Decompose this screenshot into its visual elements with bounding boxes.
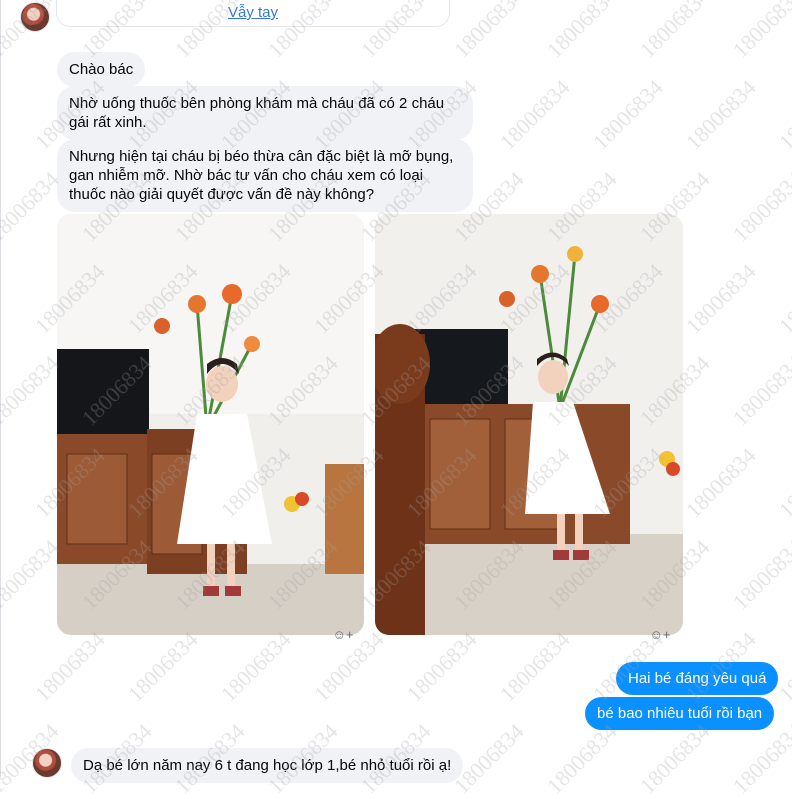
watermark-text: 18006834 [541, 718, 622, 799]
watermark-text: 18006834 [727, 0, 792, 63]
watermark-text: 18006834 [215, 626, 296, 707]
watermark-text: 18006834 [401, 626, 482, 707]
watermark-text: 18006834 [0, 350, 64, 431]
watermark-text: 18006834 [0, 534, 64, 615]
watermark-text: 18006834 [448, 0, 529, 63]
watermark-text: 18006834 [727, 350, 792, 431]
photo-girl-white-dress [57, 214, 364, 635]
watermark-text: 18006834 [541, 0, 622, 63]
outgoing-message[interactable]: bé bao nhiêu tuổi rồi bạn [585, 697, 775, 730]
watermark-text: 18006834 [0, 166, 64, 247]
watermark-text: 18006834 [680, 74, 761, 155]
watermark-text: 18006834 [634, 0, 715, 63]
add-reaction-icon[interactable]: ☺+ [647, 624, 673, 644]
watermark-text: 18006834 [773, 442, 792, 523]
shared-photo[interactable] [57, 214, 364, 635]
wave-link[interactable]: Vẫy tay [228, 4, 278, 21]
watermark-text: 18006834 [773, 626, 792, 707]
watermark-text: 18006834 [680, 442, 761, 523]
outgoing-message[interactable]: Hai bé đáng yêu quá [616, 662, 779, 695]
watermark-text: 18006834 [587, 74, 668, 155]
sender-avatar[interactable] [20, 2, 50, 32]
watermark-text: 18006834 [727, 718, 792, 799]
watermark-text: 18006834 [773, 258, 792, 339]
sender-avatar[interactable] [32, 748, 62, 778]
watermark-text: 18006834 [494, 74, 575, 155]
watermark-text: 18006834 [122, 626, 203, 707]
watermark-text: 18006834 [680, 258, 761, 339]
watermark-text: 18006834 [494, 626, 575, 707]
incoming-message[interactable]: Nhưng hiện tại cháu bị béo thừa cân đặc … [57, 139, 473, 212]
watermark-text: 18006834 [29, 626, 110, 707]
incoming-message[interactable]: Chào bác [57, 52, 146, 87]
shared-photo[interactable] [375, 214, 683, 635]
incoming-message[interactable]: Dạ bé lớn năm nay 6 t đang học lớp 1,bé … [71, 748, 464, 783]
watermark-text: 18006834 [727, 166, 792, 247]
photo-girl-flower-vase [375, 214, 683, 635]
watermark-text: 18006834 [634, 718, 715, 799]
add-reaction-icon[interactable]: ☺+ [330, 624, 356, 644]
incoming-message[interactable]: Nhờ uống thuốc bên phòng khám mà cháu đã… [57, 86, 473, 140]
thread-left-border [0, 0, 1, 777]
watermark-text: 18006834 [727, 534, 792, 615]
watermark-text: 18006834 [773, 74, 792, 155]
